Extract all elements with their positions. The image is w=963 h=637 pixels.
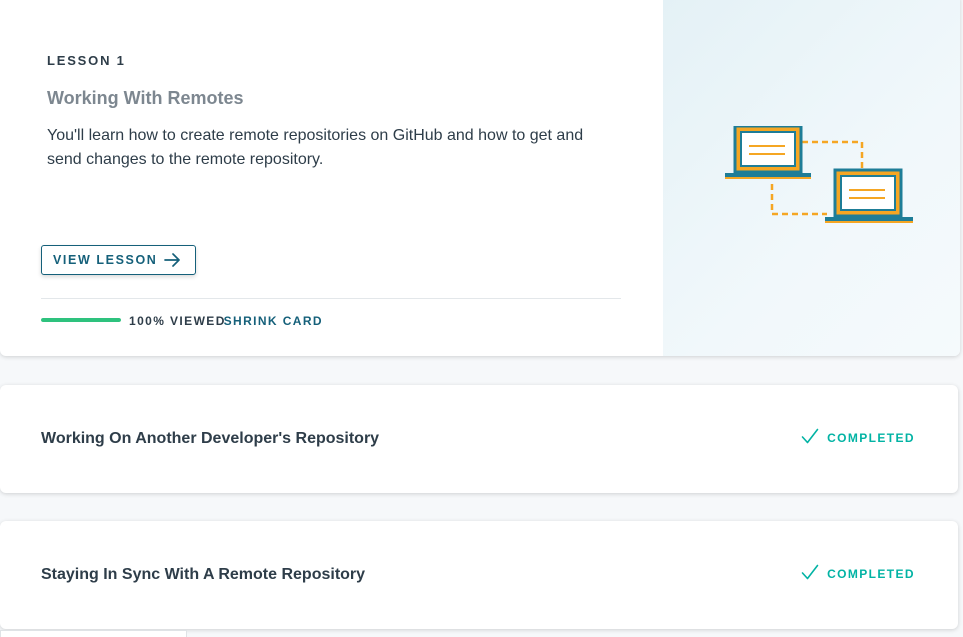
lesson-row[interactable]: Working On Another Developer's Repositor… xyxy=(0,385,958,493)
page: LESSON 1 Working With Remotes You'll lea… xyxy=(0,0,963,637)
divider xyxy=(41,298,621,299)
progress-label: 100% VIEWED xyxy=(129,314,226,328)
lesson-description: You'll learn how to create remote reposi… xyxy=(47,127,584,168)
status-label: COMPLETED xyxy=(827,566,915,581)
lesson-info: LESSON 1 Working With Remotes You'll lea… xyxy=(0,0,663,356)
lesson-row-title: Staying In Sync With A Remote Repository xyxy=(41,566,366,583)
lesson-row[interactable]: Staying In Sync With A Remote Repository… xyxy=(0,521,958,629)
lesson-row-title: Working On Another Developer's Repositor… xyxy=(41,430,380,447)
lesson-title: Working With Remotes xyxy=(47,88,244,108)
bottom-panel-tab[interactable] xyxy=(0,630,187,637)
shrink-card-button[interactable]: SHRINK CARD xyxy=(224,314,323,328)
progress-bar xyxy=(41,318,121,322)
lesson-number: LESSON 1 xyxy=(47,53,126,68)
status-badge: COMPLETED xyxy=(801,564,915,583)
view-lesson-label: VIEW LESSON xyxy=(53,253,158,267)
lesson-illustration-panel xyxy=(663,0,960,356)
status-badge: COMPLETED xyxy=(801,428,915,447)
arrow-right-icon xyxy=(164,252,181,271)
check-icon xyxy=(801,564,819,583)
status-label: COMPLETED xyxy=(827,430,915,445)
progress-bar-fill xyxy=(41,318,121,322)
two-laptops-sync-icon xyxy=(723,124,915,235)
check-icon xyxy=(801,428,819,447)
lesson-card-expanded: LESSON 1 Working With Remotes You'll lea… xyxy=(0,0,960,356)
view-lesson-button[interactable]: VIEW LESSON xyxy=(41,245,196,275)
